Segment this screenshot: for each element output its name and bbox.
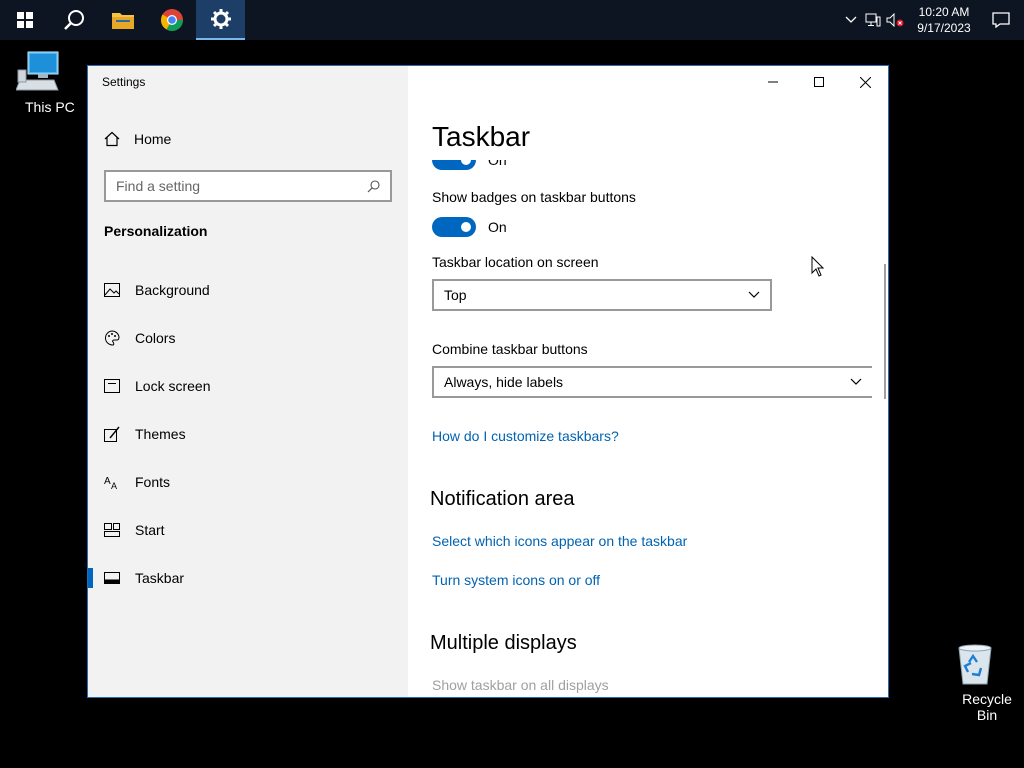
clock-time: 10:20 AM [918, 5, 970, 19]
nav-list: Background Colors Lock screen Themes AA … [88, 266, 408, 602]
multiple-displays-heading: Multiple displays [430, 632, 577, 654]
partial-toggle-row: On [432, 160, 507, 170]
home-nav-item[interactable]: Home [104, 129, 171, 149]
section-heading: Personalization [104, 223, 208, 239]
show-all-displays-label: Show taskbar on all displays [432, 677, 609, 693]
sidebar-item-label: Fonts [135, 474, 171, 490]
badges-toggle[interactable] [432, 217, 476, 237]
minimize-button[interactable] [750, 66, 796, 98]
recycle-bin-icon [958, 644, 992, 685]
folder-icon [111, 13, 134, 29]
select-icons-link[interactable]: Select which icons appear on the taskbar [432, 533, 687, 549]
sidebar-item-label: Lock screen [135, 378, 211, 394]
sidebar-item-label: Themes [135, 426, 186, 442]
network-icon [865, 13, 881, 27]
close-icon [859, 76, 871, 88]
clock[interactable]: 10:20 AM 9/17/2023 [910, 4, 978, 36]
notification-area-heading: Notification area [430, 488, 575, 510]
recycle-bin-label: Recycle Bin [962, 691, 1012, 723]
sidebar-item-background[interactable]: Background [88, 266, 408, 314]
search-icon [367, 179, 380, 192]
settings-scroll-area: On Show badges on taskbar buttons On Tas… [408, 160, 888, 697]
volume-tray-button[interactable] [884, 0, 906, 40]
location-label: Taskbar location on screen [432, 254, 599, 270]
search-box[interactable] [104, 170, 392, 202]
sidebar-item-lock-screen[interactable]: Lock screen [88, 362, 408, 410]
sidebar-item-start[interactable]: Start [88, 506, 408, 554]
notification-icon [992, 12, 1010, 28]
fonts-icon: AA [104, 474, 120, 490]
combine-value: Always, hide labels [444, 374, 564, 390]
sidebar-item-label: Background [135, 282, 210, 298]
sidebar: Settings Home Personalization Background… [88, 66, 408, 697]
search-input[interactable] [116, 178, 367, 194]
home-label: Home [134, 131, 172, 147]
combine-dropdown[interactable]: Always, hide labels [432, 366, 872, 398]
taskbar-icon [104, 570, 120, 586]
chevron-down-icon [850, 378, 862, 385]
maximize-button[interactable] [796, 66, 842, 98]
partial-toggle[interactable] [432, 160, 476, 170]
search-icon [63, 10, 84, 30]
sidebar-item-label: Colors [135, 330, 176, 346]
window-title: Settings [102, 75, 146, 89]
clock-date: 9/17/2023 [917, 21, 971, 35]
page-title: Taskbar [432, 121, 531, 152]
speaker-muted-icon [886, 13, 904, 27]
system-tray: 10:20 AM 9/17/2023 [840, 0, 1024, 40]
combine-label: Combine taskbar buttons [432, 341, 588, 357]
sidebar-item-label: Start [135, 522, 165, 538]
file-explorer-button[interactable] [98, 0, 147, 40]
desktop-icon-this-pc[interactable]: This PC [1, 50, 77, 115]
start-button[interactable] [0, 0, 49, 40]
settings-taskbar-button[interactable] [196, 0, 245, 40]
sidebar-item-taskbar[interactable]: Taskbar [88, 554, 408, 602]
chrome-button[interactable] [147, 0, 196, 40]
sidebar-item-colors[interactable]: Colors [88, 314, 408, 362]
badges-label: Show badges on taskbar buttons [432, 189, 636, 205]
location-dropdown[interactable]: Top [432, 279, 772, 311]
badges-toggle-state: On [488, 219, 507, 235]
start-tiles-icon [104, 522, 120, 538]
settings-window: Settings Home Personalization Background… [87, 65, 889, 698]
svg-text:A: A [111, 481, 117, 490]
close-button[interactable] [842, 66, 888, 98]
lock-screen-icon [104, 378, 120, 394]
network-tray-button[interactable] [862, 0, 884, 40]
badges-toggle-row: On [432, 217, 507, 237]
action-center-button[interactable] [978, 0, 1024, 40]
customize-taskbars-link[interactable]: How do I customize taskbars? [432, 428, 619, 444]
windows-logo-icon [16, 12, 33, 28]
sidebar-item-themes[interactable]: Themes [88, 410, 408, 458]
location-value: Top [444, 287, 467, 303]
svg-text:A: A [104, 476, 111, 487]
brush-icon [104, 426, 120, 442]
palette-icon [104, 330, 120, 346]
minimize-icon [768, 81, 778, 83]
partial-toggle-state: On [488, 160, 507, 168]
computer-icon [15, 51, 59, 91]
picture-icon [104, 282, 120, 298]
chevron-down-icon [748, 291, 760, 298]
maximize-icon [814, 77, 824, 87]
chevron-up-icon [845, 16, 857, 23]
search-button[interactable] [49, 0, 98, 40]
mouse-cursor-icon [811, 256, 824, 277]
taskbar: 10:20 AM 9/17/2023 [0, 0, 1024, 40]
show-hidden-icons-button[interactable] [840, 0, 862, 40]
sidebar-item-fonts[interactable]: AA Fonts [88, 458, 408, 506]
scrollbar[interactable] [884, 264, 886, 399]
chrome-icon [160, 9, 183, 31]
system-icons-link[interactable]: Turn system icons on or off [432, 572, 600, 588]
content-pane: Taskbar On Show badges on taskbar button… [408, 66, 888, 697]
this-pc-label: This PC [25, 99, 75, 115]
gear-icon [210, 9, 231, 29]
caption-buttons [750, 66, 888, 98]
desktop-icon-recycle-bin[interactable]: Recycle Bin [937, 642, 1013, 723]
sidebar-item-label: Taskbar [135, 570, 185, 586]
home-icon [104, 131, 120, 147]
